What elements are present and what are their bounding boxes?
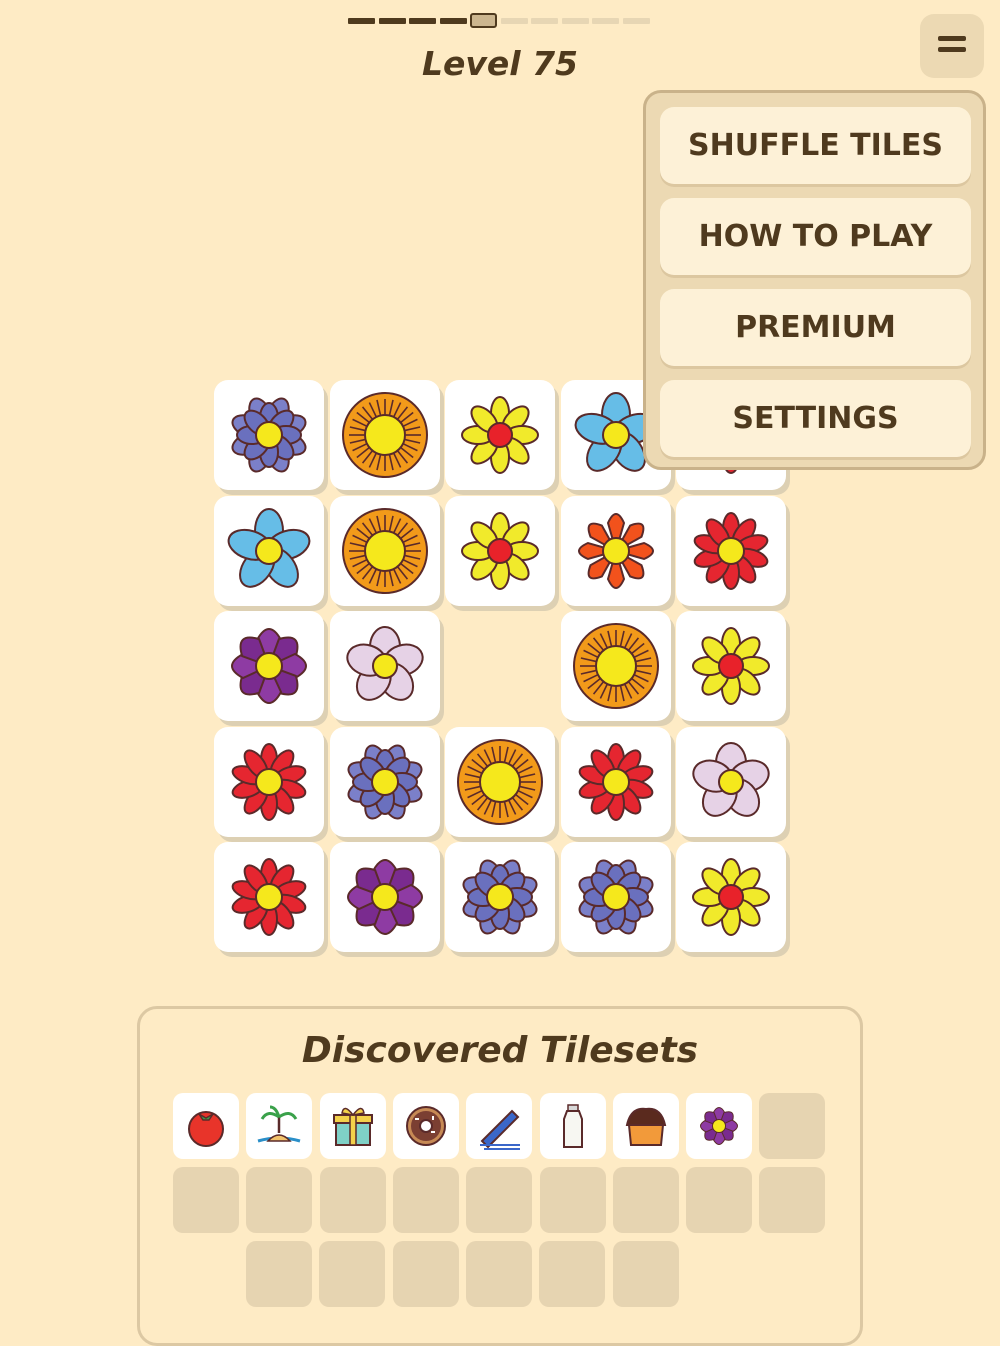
tile-red-daisy[interactable] — [676, 495, 786, 606]
purple-lotus-icon — [346, 859, 423, 935]
orange-sunflower-icon — [572, 623, 659, 709]
tile-blue-daisy[interactable] — [445, 842, 555, 952]
sky-blue-flower-icon — [227, 507, 311, 588]
tile-pink-blossom[interactable] — [676, 726, 786, 837]
tileset-slot-empty — [392, 1167, 459, 1233]
tileset-slot-empty — [759, 1093, 826, 1159]
yellow-daisy-icon — [461, 511, 539, 590]
tileset-slot-empty — [539, 1167, 606, 1233]
blue-daisy-icon — [578, 859, 653, 935]
orange-star-flower-icon — [577, 512, 654, 589]
tileset-slot-empty — [466, 1167, 533, 1233]
tomato-icon — [188, 1111, 224, 1147]
tile-red-daisy[interactable] — [214, 842, 324, 952]
yellow-daisy-icon — [692, 627, 770, 705]
tileset-slot-empty — [759, 1167, 826, 1233]
premium-button[interactable]: PREMIUM — [660, 289, 971, 366]
blue-daisy-icon — [462, 859, 538, 935]
tile-purple-lotus[interactable] — [214, 611, 324, 721]
tileset-slot-empty — [612, 1167, 679, 1233]
tile-orange-star-flower[interactable] — [560, 495, 671, 606]
tile-blue-daisy[interactable] — [560, 842, 671, 952]
tileset-slot-empty — [246, 1241, 312, 1307]
settings-button[interactable]: SETTINGS — [660, 380, 971, 457]
how-to-play-button[interactable]: HOW TO PLAY — [660, 198, 971, 275]
red-daisy-icon — [578, 742, 653, 821]
tileset-slot-tomato[interactable] — [173, 1093, 239, 1159]
donut-icon — [405, 1106, 446, 1146]
yellow-daisy-icon — [461, 396, 539, 474]
tileset-slot-empty — [612, 1241, 679, 1307]
tile-yellow-daisy[interactable] — [445, 380, 555, 490]
tile-red-daisy[interactable] — [560, 726, 671, 837]
tile-yellow-daisy[interactable] — [676, 611, 786, 721]
orange-sunflower-icon — [341, 507, 428, 594]
tileset-slot-gift[interactable] — [319, 1093, 386, 1159]
tile-orange-sunflower[interactable] — [329, 495, 440, 606]
tile-orange-sunflower[interactable] — [445, 726, 555, 837]
tile-purple-lotus[interactable] — [329, 842, 440, 952]
tileset-slot-milk-bottle[interactable] — [539, 1093, 606, 1159]
tileset-slot-empty — [319, 1167, 386, 1233]
tileset-slot-empty — [319, 1241, 386, 1307]
tileset-slot-purple-flower[interactable] — [686, 1093, 753, 1159]
tile-blue-daisy[interactable] — [329, 726, 440, 837]
tileset-slot-pencil[interactable] — [466, 1093, 533, 1159]
discovered-tilesets-title: Discovered Tilesets — [301, 1030, 699, 1071]
tileset-slot-cake[interactable] — [612, 1093, 679, 1159]
tileset-slot-empty — [539, 1241, 606, 1307]
pink-blossom-icon — [345, 626, 424, 701]
milk-bottle-icon — [562, 1104, 583, 1148]
pencil-icon — [480, 1109, 521, 1150]
tile-red-daisy[interactable] — [214, 726, 324, 837]
orange-sunflower-icon — [341, 392, 428, 478]
yellow-daisy-icon — [692, 858, 770, 936]
orange-sunflower-icon — [457, 738, 543, 825]
tileset-slot-donut[interactable] — [392, 1093, 459, 1159]
island-icon — [257, 1105, 301, 1143]
tile-blue-daisy[interactable] — [214, 380, 324, 490]
blue-daisy-icon — [347, 744, 422, 819]
tile-orange-sunflower[interactable] — [329, 380, 440, 490]
red-daisy-icon — [231, 742, 307, 821]
blue-daisy-icon — [231, 397, 307, 473]
dropdown-menu: SHUFFLE TILES HOW TO PLAY PREMIUM SETTIN… — [643, 90, 986, 470]
tileset-slot-empty — [465, 1241, 532, 1307]
purple-lotus-icon — [231, 628, 307, 704]
tile-yellow-daisy[interactable] — [445, 495, 555, 606]
tileset-slot-empty — [246, 1167, 313, 1233]
tile-orange-sunflower[interactable] — [560, 611, 671, 721]
tile-pink-blossom[interactable] — [329, 611, 440, 721]
tileset-slot-empty — [686, 1167, 753, 1233]
pink-blossom-icon — [692, 741, 770, 817]
purple-flower-icon — [700, 1107, 739, 1145]
red-daisy-icon — [693, 511, 769, 590]
tileset-slot-empty — [392, 1241, 459, 1307]
red-daisy-icon — [231, 858, 307, 936]
tile-sky-blue-flower[interactable] — [214, 495, 324, 606]
shuffle-tiles-button[interactable]: SHUFFLE TILES — [660, 107, 971, 184]
gift-icon — [332, 1107, 373, 1146]
tileset-slot-island[interactable] — [246, 1093, 313, 1159]
tile-yellow-daisy[interactable] — [676, 842, 786, 952]
tileset-slot-empty — [173, 1167, 239, 1233]
cake-icon — [625, 1107, 667, 1146]
